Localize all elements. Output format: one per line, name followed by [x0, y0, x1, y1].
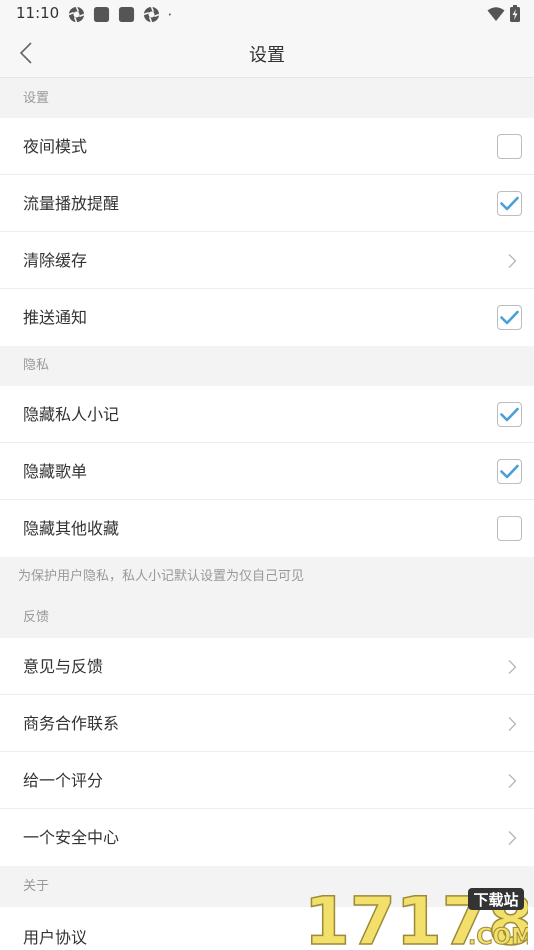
setting-label: 隐藏其他收藏	[23, 519, 120, 538]
status-bar: 11:10	[0, 0, 534, 28]
data-reminder-checkbox[interactable]	[497, 191, 522, 216]
setting-label: 流量播放提醒	[23, 194, 120, 213]
watermark-logo: 17178 下载站 .COM	[303, 886, 528, 950]
watermark-domain: .COM	[468, 925, 528, 950]
privacy-note: 为保护用户隐私，私人小记默认设置为仅自己可见	[0, 557, 534, 597]
page-title: 设置	[249, 45, 285, 66]
dot-icon	[168, 13, 171, 16]
app-square-icon	[93, 6, 110, 23]
setting-row-night-mode[interactable]: 夜间模式	[0, 118, 534, 175]
setting-row-data-reminder[interactable]: 流量播放提醒	[0, 175, 534, 232]
setting-row-clear-cache[interactable]: 清除缓存	[0, 232, 534, 289]
setting-label: 意见与反馈	[23, 657, 104, 676]
night-mode-checkbox[interactable]	[497, 134, 522, 159]
setting-label: 清除缓存	[23, 251, 88, 270]
feedback-row-business[interactable]: 商务合作联系	[0, 695, 534, 752]
chevron-right-icon	[508, 831, 517, 845]
privacy-row-hide-notes[interactable]: 隐藏私人小记	[0, 386, 534, 443]
setting-label: 隐藏私人小记	[23, 405, 120, 424]
push-checkbox[interactable]	[497, 305, 522, 330]
status-time: 11:10	[16, 4, 60, 22]
hide-playlists-checkbox[interactable]	[497, 459, 522, 484]
section-header-privacy: 隐私	[0, 346, 534, 386]
chevron-right-icon	[508, 774, 517, 788]
checkmark-icon	[500, 310, 519, 325]
checkmark-icon	[500, 196, 519, 211]
app-square-icon-2	[118, 6, 135, 23]
battery-icon	[510, 5, 520, 22]
chevron-right-icon	[508, 254, 517, 268]
feedback-row-rate[interactable]: 给一个评分	[0, 752, 534, 809]
status-system-icons	[487, 5, 520, 22]
feedback-row-security[interactable]: 一个安全中心	[0, 809, 534, 866]
aperture-icon-2	[143, 6, 160, 23]
aperture-icon	[68, 6, 85, 23]
hide-notes-checkbox[interactable]	[497, 402, 522, 427]
checkmark-icon	[500, 464, 519, 479]
privacy-row-hide-other[interactable]: 隐藏其他收藏	[0, 500, 534, 557]
wifi-icon	[487, 6, 505, 21]
setting-label: 一个安全中心	[23, 828, 120, 847]
setting-row-push[interactable]: 推送通知	[0, 289, 534, 346]
section-header-settings: 设置	[0, 79, 534, 118]
privacy-row-hide-playlists[interactable]: 隐藏歌单	[0, 443, 534, 500]
setting-label: 用户协议	[23, 928, 88, 947]
feedback-row-feedback[interactable]: 意见与反馈	[0, 638, 534, 695]
setting-label: 商务合作联系	[23, 714, 120, 733]
setting-label: 夜间模式	[23, 137, 88, 156]
chevron-right-icon	[508, 660, 517, 674]
nav-bar: 设置	[0, 28, 534, 78]
setting-label: 推送通知	[23, 308, 88, 327]
section-header-feedback: 反馈	[0, 597, 534, 638]
hide-other-checkbox[interactable]	[497, 516, 522, 541]
status-notification-icons	[68, 6, 184, 23]
watermark-badge: 下载站	[473, 891, 518, 909]
setting-label: 给一个评分	[23, 771, 104, 790]
chevron-right-icon	[508, 717, 517, 731]
checkmark-icon	[500, 407, 519, 422]
setting-label: 隐藏歌单	[23, 462, 88, 481]
